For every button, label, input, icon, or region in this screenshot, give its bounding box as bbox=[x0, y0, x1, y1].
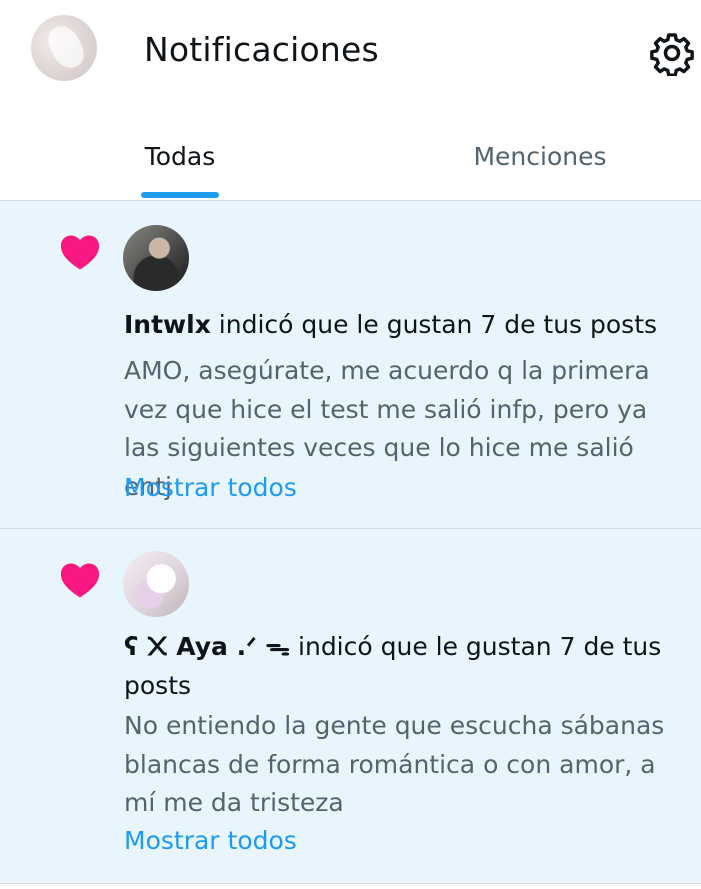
notification-item[interactable]: Intwlx indicó que le gustan 7 de tus pos… bbox=[0, 201, 701, 528]
active-tab-indicator bbox=[141, 192, 219, 198]
notification-item[interactable]: ʕ ᙭ Aya .ᐟ ᯓ indicó que le gustan 7 de t… bbox=[0, 529, 701, 883]
tab-todas-label: Todas bbox=[144, 142, 216, 171]
tab-menciones-label: Menciones bbox=[473, 142, 607, 171]
avatar[interactable] bbox=[123, 225, 189, 291]
notification-text: Intwlx indicó que le gustan 7 de tus pos… bbox=[124, 306, 684, 345]
header: Notificaciones bbox=[0, 0, 701, 100]
gear-icon[interactable] bbox=[649, 30, 695, 76]
heart-icon bbox=[60, 563, 100, 598]
divider bbox=[0, 883, 701, 884]
heart-icon bbox=[60, 235, 100, 270]
tab-menciones[interactable]: Menciones bbox=[430, 110, 650, 200]
show-all-link[interactable]: Mostrar todos bbox=[124, 473, 297, 502]
action-text: indicó que le gustan 7 de tus posts bbox=[210, 310, 658, 339]
show-all-link[interactable]: Mostrar todos bbox=[124, 826, 297, 855]
avatar[interactable] bbox=[123, 551, 189, 617]
user-name[interactable]: ʕ ᙭ Aya .ᐟ ᯓ bbox=[124, 632, 290, 661]
post-preview: No entiendo la gente que escucha sábanas… bbox=[124, 711, 665, 817]
tab-todas[interactable]: Todas bbox=[100, 110, 260, 200]
tab-bar: Todas Menciones bbox=[0, 110, 701, 200]
user-name[interactable]: Intwlx bbox=[124, 310, 211, 339]
profile-avatar[interactable] bbox=[31, 15, 97, 81]
page-title: Notificaciones bbox=[144, 30, 379, 69]
notification-text: ʕ ᙭ Aya .ᐟ ᯓ indicó que le gustan 7 de t… bbox=[124, 628, 684, 705]
